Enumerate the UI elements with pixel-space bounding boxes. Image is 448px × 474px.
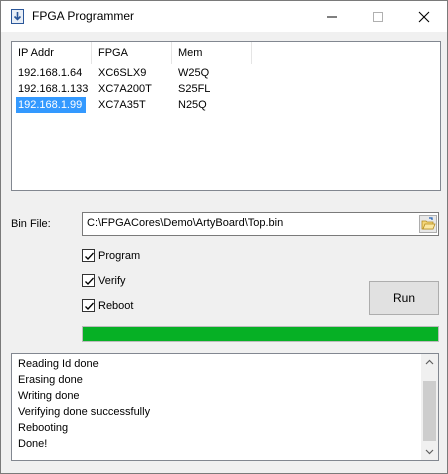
device-mem: W25Q xyxy=(178,67,210,79)
program-label: Program xyxy=(98,250,141,262)
reboot-checkbox[interactable]: Reboot xyxy=(82,299,202,313)
minimize-button[interactable] xyxy=(309,1,355,32)
column-header-ip[interactable]: IP Addr xyxy=(12,42,92,64)
device-row-selected[interactable]: 192.168.1.99 XC7A35T N25Q xyxy=(12,97,440,113)
log-line: Done! xyxy=(18,438,48,450)
progress-bar xyxy=(82,326,439,342)
checkbox-box[interactable] xyxy=(82,249,95,262)
program-checkbox[interactable]: Program xyxy=(82,249,202,263)
close-icon xyxy=(418,11,430,23)
log-output[interactable]: Reading Id done Erasing done Writing don… xyxy=(11,353,439,461)
close-button[interactable] xyxy=(401,1,447,32)
device-fpga: XC7A200T xyxy=(98,83,152,95)
device-fpga: XC7A35T xyxy=(98,99,146,111)
bin-file-field[interactable] xyxy=(82,212,439,236)
log-line: Erasing done xyxy=(18,374,83,386)
bin-file-label: Bin File: xyxy=(11,218,51,230)
maximize-icon xyxy=(373,12,383,22)
bin-file-input[interactable] xyxy=(87,217,412,229)
progress-fill xyxy=(83,327,438,341)
device-row[interactable]: 192.168.1.133 XC7A200T S25FL xyxy=(12,81,440,97)
window-title: FPGA Programmer xyxy=(32,9,135,23)
device-ip: 192.168.1.99 xyxy=(16,97,87,113)
device-mem: S25FL xyxy=(178,83,211,95)
main-window: FPGA Programmer IP Addr FPGA Mem 192.168… xyxy=(0,0,448,474)
column-header-mem[interactable]: Mem xyxy=(172,42,252,64)
reboot-label: Reboot xyxy=(98,300,134,312)
title-bar[interactable]: FPGA Programmer xyxy=(1,1,447,32)
check-icon xyxy=(85,252,94,260)
browse-button[interactable] xyxy=(419,215,437,233)
log-line: Verifying done successfully xyxy=(18,406,151,418)
log-line: Writing done xyxy=(18,390,80,402)
verify-checkbox[interactable]: Verify xyxy=(82,274,202,288)
chevron-up-icon xyxy=(425,359,434,365)
download-arrow-icon xyxy=(11,9,24,24)
log-line: Rebooting xyxy=(18,422,69,434)
minimize-icon xyxy=(327,16,337,18)
device-ip: 192.168.1.64 xyxy=(18,67,83,79)
device-mem: N25Q xyxy=(178,99,207,111)
column-header-fpga[interactable]: FPGA xyxy=(92,42,172,64)
checkbox-box[interactable] xyxy=(82,299,95,312)
scroll-down-button[interactable] xyxy=(421,443,438,460)
check-icon xyxy=(85,302,94,310)
device-fpga: XC6SLX9 xyxy=(98,67,147,79)
run-button[interactable]: Run xyxy=(369,281,439,315)
device-list[interactable]: IP Addr FPGA Mem 192.168.1.64 XC6SLX9 W2… xyxy=(11,41,441,191)
device-ip: 192.168.1.133 xyxy=(18,83,89,95)
device-list-header: IP Addr FPGA Mem xyxy=(12,42,440,64)
chevron-down-icon xyxy=(425,449,434,455)
log-line: Reading Id done xyxy=(18,358,99,370)
checkbox-box[interactable] xyxy=(82,274,95,287)
device-row[interactable]: 192.168.1.64 XC6SLX9 W25Q xyxy=(12,65,440,81)
scroll-up-button[interactable] xyxy=(421,354,438,371)
maximize-button[interactable] xyxy=(355,1,401,32)
scroll-thumb[interactable] xyxy=(423,381,436,441)
log-scrollbar[interactable] xyxy=(421,354,438,460)
verify-label: Verify xyxy=(98,275,126,287)
folder-open-icon xyxy=(421,217,436,230)
check-icon xyxy=(85,277,94,285)
